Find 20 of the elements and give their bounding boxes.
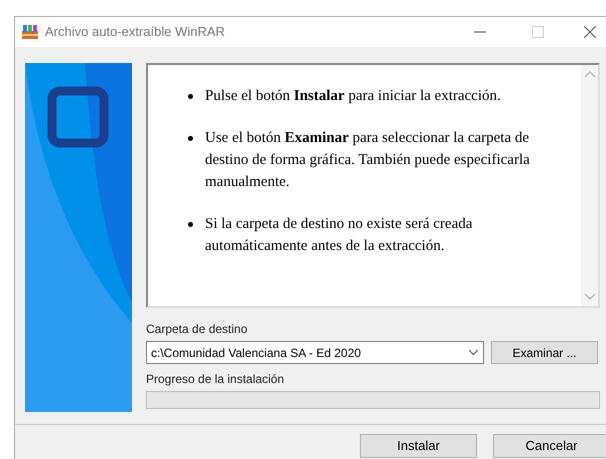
archive-icon [21,24,39,40]
maximize-icon[interactable] [532,26,544,38]
scroll-up-icon[interactable] [584,71,596,78]
instruction-text: Si la carpeta de destino no existe será creada automáticamente antes de la extracción. [205,215,474,256]
dialog-button[interactable]: Instalar [360,434,477,458]
destination-dropdown[interactable]: c:\Comunidad Valenciana SA - Ed 2020 [146,341,484,364]
bullet-icon [188,94,193,99]
close-icon[interactable] [584,26,596,38]
instruction-text: Pulse el botón Instalar para iniciar la extracción. [205,87,501,106]
instruction-text: Use el botón Examinar para seleccionar la carpeta de destino de forma gráfica. También puede especificarla manualmente. [205,129,531,192]
window-title: Archivo auto-extraíble WinRAR [45,23,225,42]
browse-button[interactable]: Examinar ... [491,341,598,364]
field-label: Progreso de la instalación [146,371,286,388]
scrollbar[interactable] [581,65,598,306]
bullet-icon [188,222,193,227]
bullet-icon [188,136,193,141]
scroll-down-icon[interactable] [584,293,596,300]
dialog-button[interactable]: Cancelar [493,434,606,458]
chevron-down-icon [468,349,479,356]
field-label: Carpeta de destino [146,321,248,338]
